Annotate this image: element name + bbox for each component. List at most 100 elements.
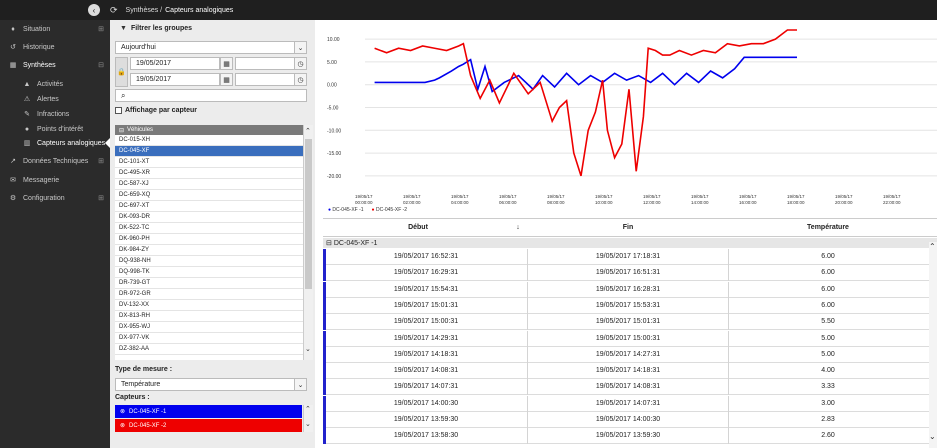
legend-item[interactable]: ● DC-045-XF -2 xyxy=(372,207,408,213)
x-tick-label: 18:00:00 xyxy=(787,200,805,205)
check-circle-icon[interactable]: ⊗ xyxy=(120,422,125,429)
y-tick-label: 0.00 xyxy=(327,83,337,89)
vehicle-item[interactable]: DX-977-VK xyxy=(115,333,303,344)
vehicle-item[interactable]: DK-960-PH xyxy=(115,234,303,245)
sidebar-item-messagerie[interactable]: ✉ Messagerie xyxy=(0,171,110,189)
chevron-up-icon[interactable]: ⌃ xyxy=(929,242,936,251)
time-to-input[interactable] xyxy=(235,73,295,86)
collapse-icon[interactable]: ⊟ xyxy=(98,61,104,69)
chevron-up-icon[interactable]: ⌃ xyxy=(305,405,311,413)
sort-icon[interactable]: ↓ xyxy=(513,224,523,231)
table-row[interactable]: 19/05/2017 14:18:31 19/05/2017 14:27:31 5.… xyxy=(323,346,929,363)
clock-icon[interactable]: ◷ xyxy=(294,73,307,86)
sidebar-item-configuration[interactable]: ⚙ Configuration ⊞ xyxy=(0,189,110,207)
per-sensor-option[interactable]: Affichage par capteur xyxy=(115,107,197,114)
sensor-list-scrollbar[interactable]: ⌃ ⌄ xyxy=(303,405,313,432)
chart-icon: ▥ xyxy=(23,140,31,147)
check-circle-icon[interactable]: ⊗ xyxy=(120,408,125,415)
vehicle-item[interactable]: DC-101-XT xyxy=(115,157,303,168)
calendar-icon[interactable]: ▦ xyxy=(220,57,233,70)
table-row[interactable]: 19/05/2017 14:07:31 19/05/2017 14:08:31 3.… xyxy=(323,379,929,396)
table-row[interactable]: 19/05/2017 13:59:30 19/05/2017 14:00:30 2.… xyxy=(323,412,929,428)
time-from-input[interactable] xyxy=(235,57,295,70)
vehicle-item[interactable]: DC-697-XT xyxy=(115,201,303,212)
filter-groups-header[interactable]: ▼ Filtrer les groupes xyxy=(120,25,192,32)
vehicle-item[interactable]: DV-132-XX xyxy=(115,300,303,311)
chevron-down-icon[interactable]: ⌄ xyxy=(294,41,307,54)
chevron-down-icon[interactable]: ⌄ xyxy=(294,378,307,391)
table-row[interactable]: 19/05/2017 14:29:31 19/05/2017 15:00:31 5.… xyxy=(323,330,929,347)
sidebar-item-situation[interactable]: ♦ Situation ⊞ xyxy=(0,20,110,38)
period-select[interactable]: Aujourd'hui xyxy=(115,41,307,54)
vehicles-group-header[interactable]: ⊟ Véhicules xyxy=(115,125,313,135)
chevron-up-icon[interactable]: ⌃ xyxy=(305,127,311,135)
scrollbar-thumb[interactable] xyxy=(305,139,312,289)
date-from-input[interactable]: 19/05/2017 xyxy=(130,57,220,70)
vehicle-item[interactable]: DQ-938-NH xyxy=(115,256,303,267)
vehicle-item[interactable]: DK-093-DR xyxy=(115,212,303,223)
table-group-row[interactable]: ⊟ DC-045-XF -1 xyxy=(323,238,937,248)
vehicle-item[interactable]: DC-495-XR xyxy=(115,168,303,179)
sensors-label: Capteurs : xyxy=(115,394,150,401)
sensor-item[interactable]: ⊗ DC-045-XF -2 xyxy=(115,419,302,432)
lock-icon[interactable]: 🔒 xyxy=(115,57,128,87)
expand-icon[interactable]: ⊞ xyxy=(98,157,104,165)
series-line[interactable] xyxy=(374,29,797,177)
back-icon[interactable]: ‹ xyxy=(88,4,100,16)
sidebar-item-historique[interactable]: ↺ Historique xyxy=(0,38,110,56)
sidebar-item-syntheses[interactable]: ▦ Synthèses ⊟ xyxy=(0,56,110,74)
vehicle-item[interactable]: DZ-382-AA xyxy=(115,344,303,355)
cell-end: 19/05/2017 16:28:31 xyxy=(595,285,661,293)
breadcrumb-parent[interactable]: Synthèses / xyxy=(126,7,163,14)
table-row[interactable]: 19/05/2017 13:58:30 19/05/2017 13:59:30 2.… xyxy=(323,428,929,445)
vehicle-item[interactable]: DR-739-GT xyxy=(115,278,303,289)
vehicle-list-scrollbar[interactable]: ⌃ ⌄ xyxy=(303,125,313,360)
column-temperature[interactable]: Température xyxy=(728,224,928,231)
table-row[interactable]: 19/05/2017 14:00:30 19/05/2017 14:07:31 3.… xyxy=(323,395,929,412)
calendar-icon[interactable]: ▦ xyxy=(220,73,233,86)
collapse-icon[interactable]: ⊟ xyxy=(326,239,332,247)
vehicle-item[interactable]: DC-659-XQ xyxy=(115,190,303,201)
clock-icon[interactable]: ◷ xyxy=(294,57,307,70)
vehicle-item[interactable]: DQ-998-TK xyxy=(115,267,303,278)
expand-icon[interactable]: ⊞ xyxy=(98,194,104,202)
series-line[interactable] xyxy=(374,56,797,93)
vehicle-item[interactable]: DK-984-ZY xyxy=(115,245,303,256)
table-row[interactable]: 19/05/2017 16:52:31 19/05/2017 17:18:31 6.… xyxy=(323,249,929,265)
vehicle-item[interactable]: DR-972-GR xyxy=(115,289,303,300)
legend-item[interactable]: ● DC-045-XF -1 xyxy=(328,207,364,213)
table-scrollbar[interactable]: ⌃ ⌄ xyxy=(929,242,937,448)
vehicle-item[interactable]: DK-522-TC xyxy=(115,223,303,234)
vehicle-item[interactable]: DX-955-WJ xyxy=(115,322,303,333)
vehicle-item[interactable]: DX-813-RH xyxy=(115,311,303,322)
vehicle-item[interactable]: DC-045-XF xyxy=(115,146,303,157)
search-input[interactable]: ⌕ xyxy=(115,89,307,102)
chevron-down-icon[interactable]: ⌄ xyxy=(929,432,936,441)
column-start[interactable]: Début xyxy=(323,224,513,231)
expand-icon[interactable]: ⊞ xyxy=(98,25,104,33)
sidebar-item-capteurs-analogiques[interactable]: ▥ Capteurs analogiques xyxy=(0,134,110,152)
cell-temperature: 6.00 xyxy=(821,269,835,277)
table-row[interactable]: 19/05/2017 16:29:31 19/05/2017 16:51:31 6.… xyxy=(323,265,929,282)
cell-end: 19/05/2017 15:53:31 xyxy=(595,301,661,309)
column-end[interactable]: Fin xyxy=(528,224,728,231)
checkbox[interactable] xyxy=(115,107,122,114)
sensor-item[interactable]: ⊗ DC-045-XF -1 xyxy=(115,405,302,418)
table-row[interactable]: 19/05/2017 15:54:31 19/05/2017 16:28:31 6.… xyxy=(323,281,929,298)
collapse-icon[interactable]: ⊟ xyxy=(119,127,124,134)
sidebar-item-donnees-techniques[interactable]: ↗ Données Techniques ⊞ xyxy=(0,152,110,170)
table-row[interactable]: 19/05/2017 15:00:31 19/05/2017 15:01:31 5.… xyxy=(323,314,929,331)
table-row[interactable]: 19/05/2017 14:08:31 19/05/2017 14:18:31 4.… xyxy=(323,363,929,380)
sidebar-item-label: Messagerie xyxy=(23,176,60,184)
table-row[interactable]: 19/05/2017 15:01:31 19/05/2017 15:53:31 6.… xyxy=(323,297,929,314)
cell-temperature: 5.00 xyxy=(821,350,835,358)
refresh-icon[interactable]: ⟳ xyxy=(110,5,118,16)
chevron-down-icon[interactable]: ⌄ xyxy=(305,345,311,353)
vehicle-item[interactable]: DC-015-XH xyxy=(115,135,303,146)
date-to-input[interactable]: 19/05/2017 xyxy=(130,73,220,86)
measure-type-select[interactable]: Température xyxy=(115,378,307,391)
chevron-down-icon[interactable]: ⌄ xyxy=(305,420,311,428)
line-chart-icon: ↗ xyxy=(10,158,16,165)
vehicle-item[interactable]: DC-587-XJ xyxy=(115,179,303,190)
cogs-icon: ⚙ xyxy=(9,195,17,202)
